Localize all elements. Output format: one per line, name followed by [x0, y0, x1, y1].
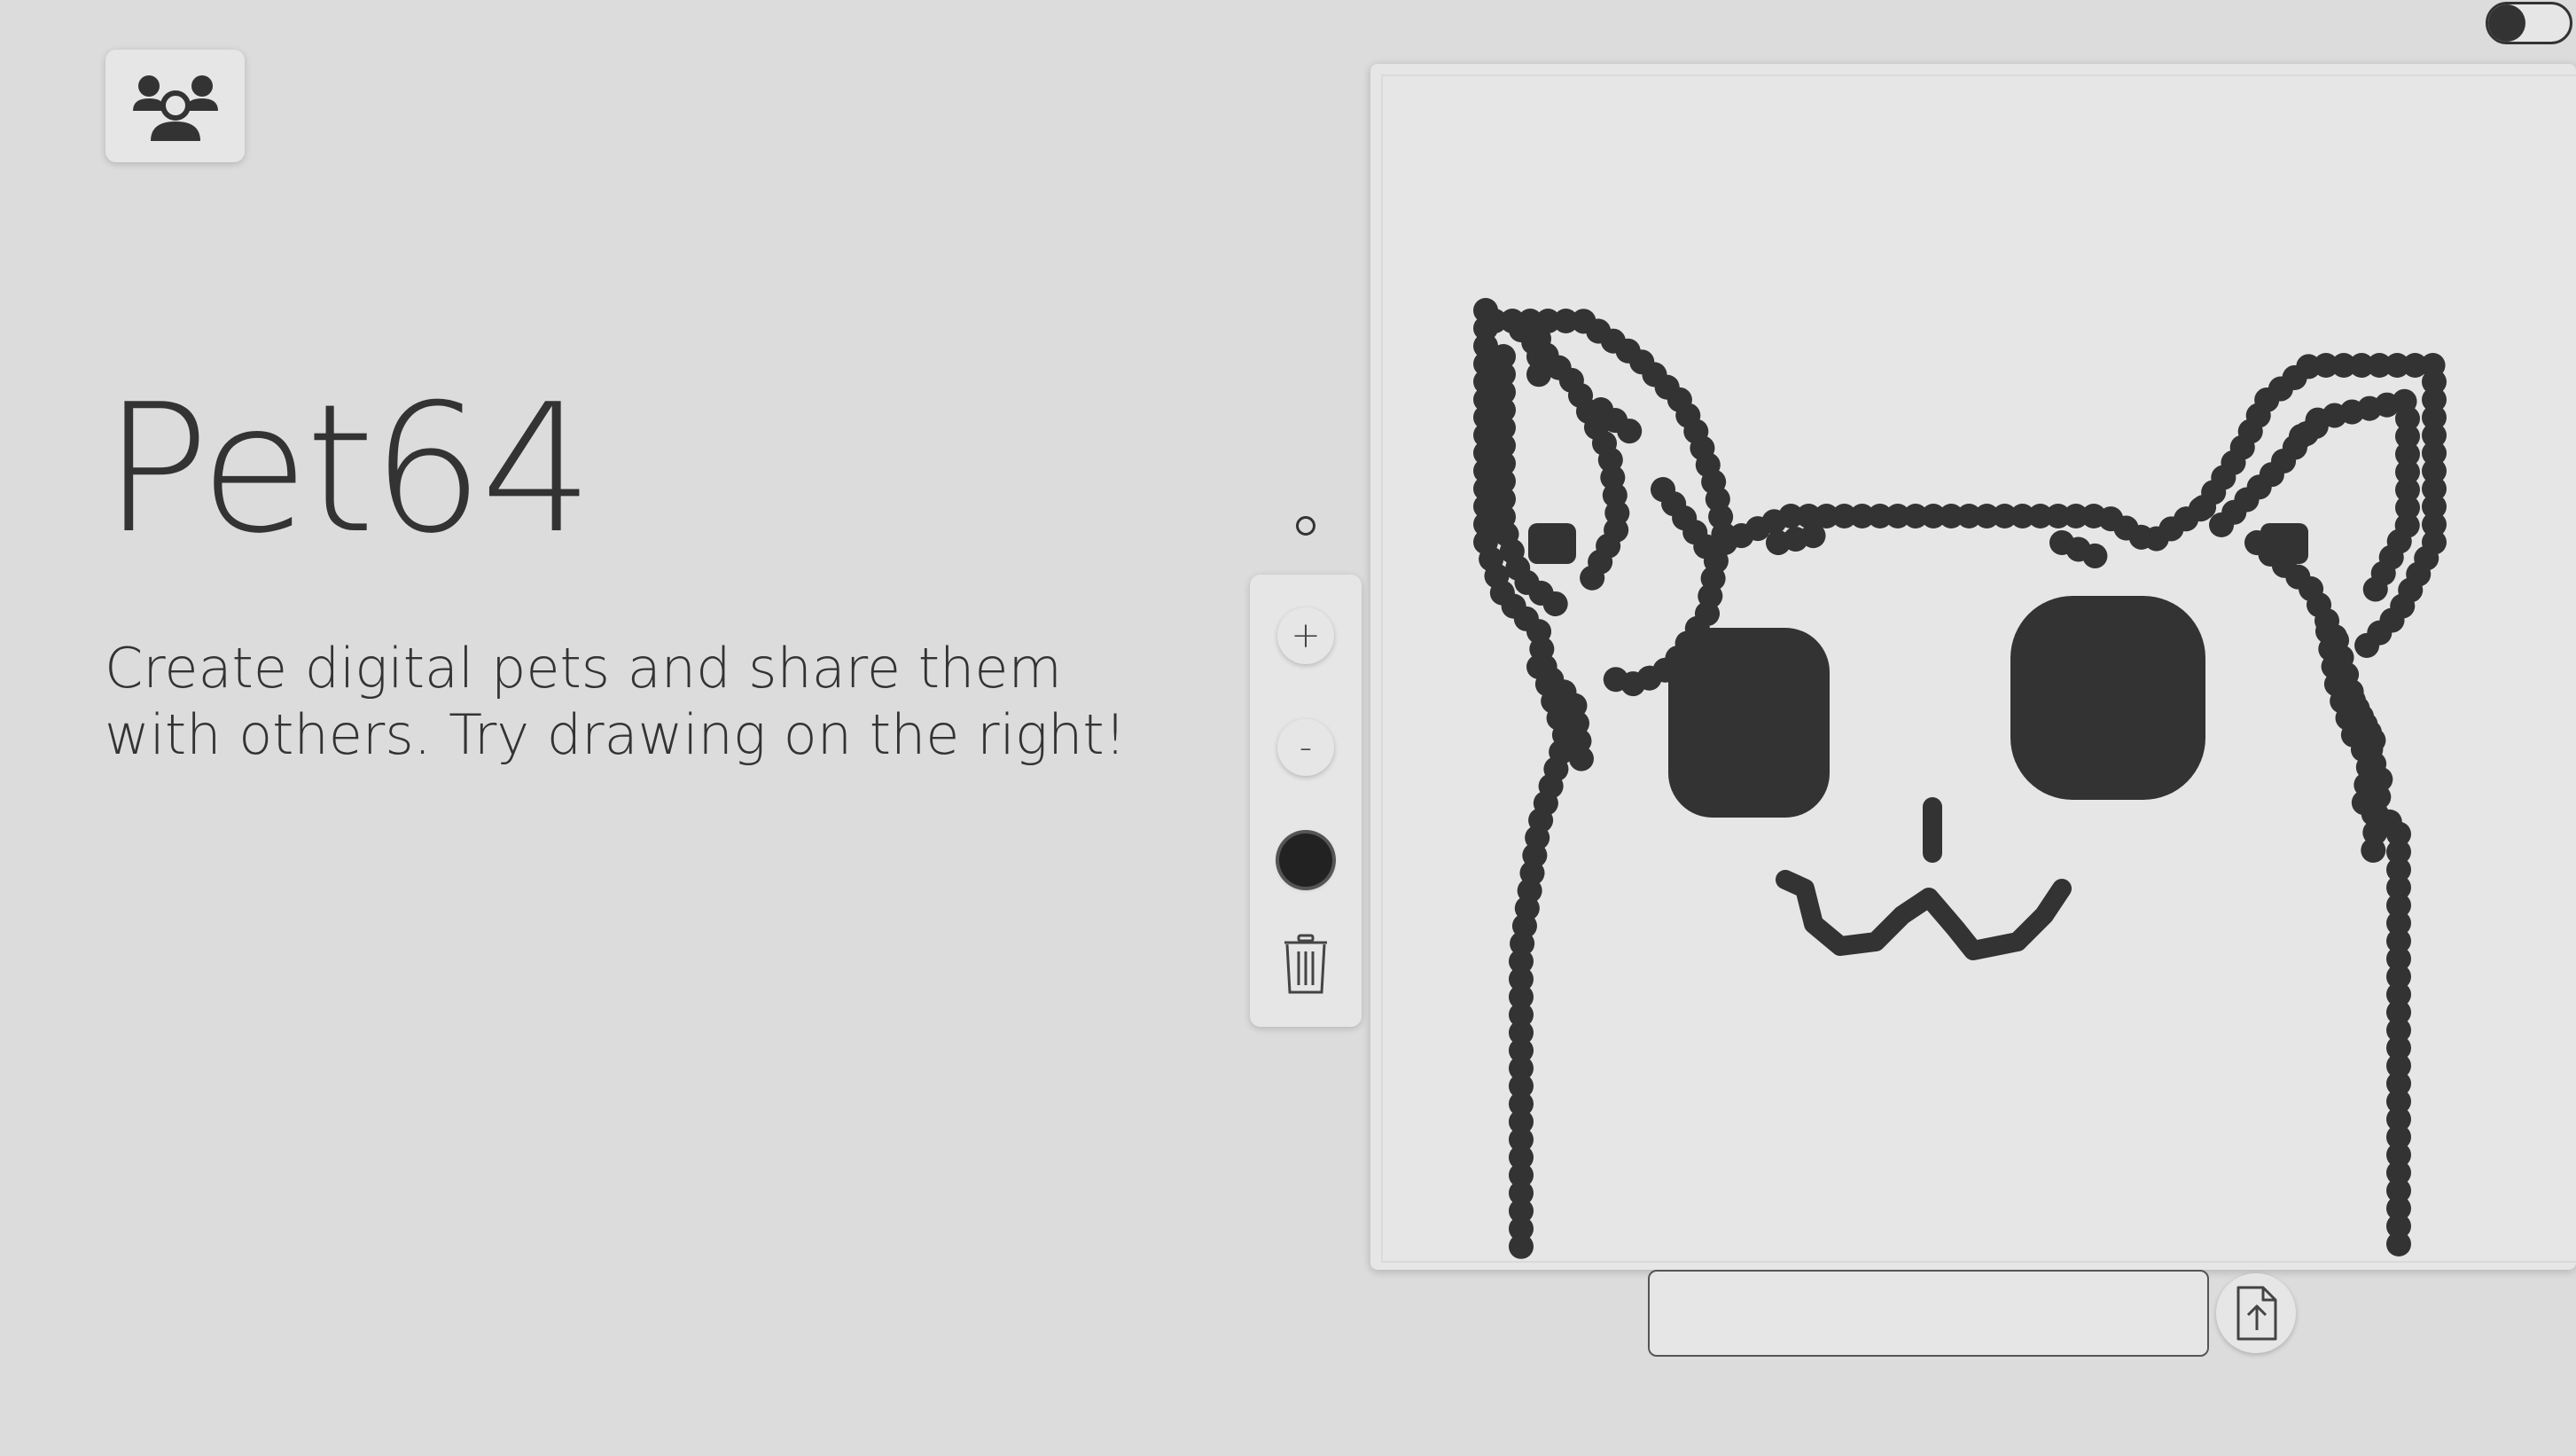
minus-icon: -: [1299, 727, 1313, 768]
pet-drawing: [1473, 298, 2447, 1270]
trash-icon: [1284, 934, 1327, 994]
theme-toggle-knob: [2488, 4, 2525, 42]
brush-size-indicator: [1296, 516, 1315, 536]
drawing-canvas[interactable]: [1370, 64, 2576, 1270]
pet-name-input[interactable]: [1648, 1270, 2209, 1357]
upload-button[interactable]: [2216, 1273, 2296, 1353]
theme-toggle[interactable]: [2486, 2, 2572, 44]
app-title: Pet64: [103, 366, 593, 573]
drawing-toolbar: + -: [1250, 575, 1362, 1027]
app-tagline: Create digital pets and share them with …: [105, 636, 1127, 767]
brush-color-swatch[interactable]: [1279, 834, 1332, 887]
users-group-icon: [132, 74, 218, 141]
file-upload-icon: [2236, 1286, 2277, 1341]
plus-icon: +: [1291, 615, 1321, 656]
clear-canvas-button[interactable]: [1277, 929, 1334, 1000]
zoom-out-button[interactable]: -: [1277, 719, 1334, 776]
zoom-in-button[interactable]: +: [1277, 607, 1334, 664]
community-button[interactable]: [105, 50, 245, 162]
